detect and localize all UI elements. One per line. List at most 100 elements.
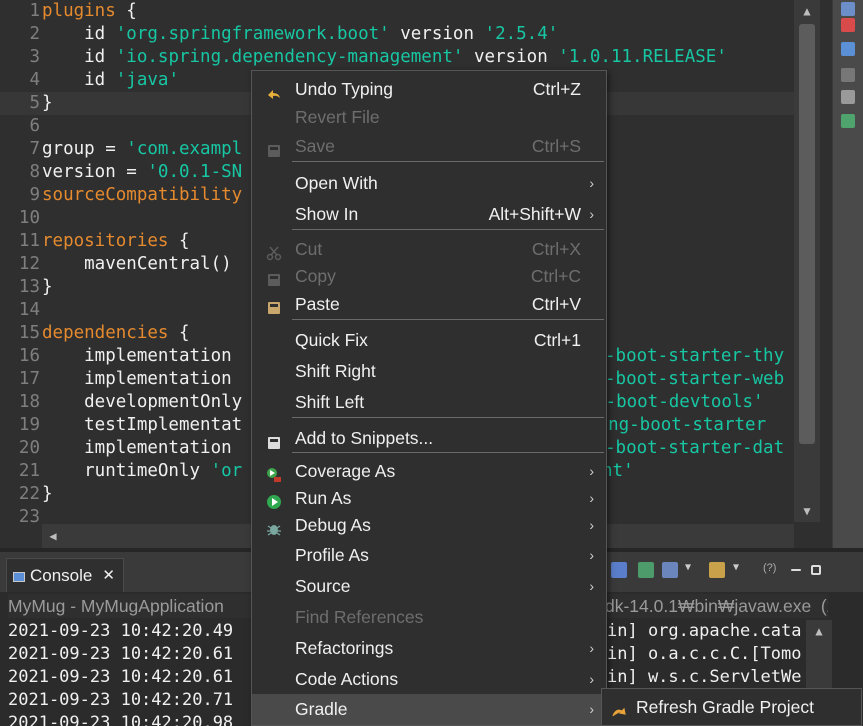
menu-item-source[interactable]: Source ›: [252, 571, 606, 601]
menu-item-code-actions[interactable]: Code Actions ›: [252, 664, 606, 694]
code-token: repositories: [42, 231, 169, 251]
lock-icon[interactable]: [841, 68, 855, 82]
open-console-icon[interactable]: [662, 562, 678, 578]
code-token: '0.0.1-SN: [147, 162, 243, 182]
scrollbar-thumb[interactable]: [799, 24, 815, 444]
menu-item-shift-left[interactable]: Shift Left: [252, 387, 606, 417]
menu-item-run-as[interactable]: Run As ›: [252, 484, 606, 512]
menu-item-find-references[interactable]: Find References: [252, 602, 606, 632]
menu-item-refactorings[interactable]: Refactorings ›: [252, 633, 606, 663]
menu-item-label: Add to Snippets...: [295, 428, 434, 448]
scroll-left-arrow-icon[interactable]: ◀: [42, 524, 64, 548]
menu-item-copy[interactable]: Copy Ctrl+C: [252, 263, 606, 290]
chevron-right-icon: ›: [589, 463, 594, 479]
at-sign-icon[interactable]: [841, 42, 855, 56]
minimize-icon[interactable]: [791, 569, 801, 571]
menu-item-undo-typing[interactable]: Undo Typing Ctrl+Z: [252, 74, 606, 104]
menu-item-gradle[interactable]: Gradle ›: [252, 694, 606, 725]
menu-item-shortcut: Alt+Shift+W: [488, 204, 581, 224]
document-icon[interactable]: [841, 114, 855, 128]
menu-item-coverage-as[interactable]: Coverage As ›: [252, 457, 606, 485]
chevron-right-icon: ›: [589, 671, 594, 687]
menu-item-shortcut: Ctrl+X: [531, 239, 581, 259]
menu-item-shortcut: Ctrl+Z: [532, 79, 581, 99]
new-console-icon[interactable]: [709, 562, 725, 578]
line-number: 14: [18, 300, 40, 320]
coverage-icon: [266, 463, 282, 482]
line-number: 15: [18, 323, 40, 343]
menu-item-label: Refresh Gradle Project: [636, 697, 814, 717]
display-selected-console-icon[interactable]: [638, 562, 654, 578]
menu-item-label: Cut: [295, 239, 323, 259]
menu-item-label: Shift Left: [295, 392, 365, 412]
menu-item-refresh-gradle-project[interactable]: Refresh Gradle Project: [602, 689, 861, 725]
console-log-line-tail: in] w.s.c.ServletWe: [607, 667, 802, 687]
menu-item-label: Run As: [295, 488, 352, 508]
bookmark-icon[interactable]: [841, 90, 855, 104]
menu-item-open-with[interactable]: Open With ›: [252, 168, 606, 198]
menu-item-revert-file[interactable]: Revert File: [252, 103, 606, 132]
code-token: id: [42, 24, 116, 44]
console-launch-name: MyMug - MyMugApplication: [8, 596, 224, 616]
code-token: version: [389, 24, 485, 44]
menu-item-label: Refactorings: [295, 638, 394, 658]
menu-item-shortcut: Ctrl+V: [531, 294, 581, 314]
code-token: -boot-starter-dat: [605, 438, 785, 458]
menu-item-save[interactable]: Save Ctrl+S: [252, 132, 606, 161]
line-number: 10: [18, 208, 40, 228]
chevron-right-icon: ›: [589, 206, 594, 222]
console-log-line: 2021-09-23 10:42:20.98: [8, 713, 234, 726]
menu-item-cut[interactable]: Cut Ctrl+X: [252, 235, 606, 263]
menu-item-add-to-snippets[interactable]: Add to Snippets...: [252, 423, 606, 453]
code-token: }: [42, 277, 53, 297]
menu-item-debug-as[interactable]: Debug As ›: [252, 511, 606, 539]
console-launch-path: dk-14.0.1₩bin₩javaw.exe (2: [605, 596, 828, 616]
menu-separator: [292, 417, 604, 418]
code-token: }: [42, 93, 53, 113]
code-line[interactable]: 1 plugins {: [0, 0, 794, 23]
menu-item-shift-right[interactable]: Shift Right: [252, 356, 606, 386]
code-token: dependencies: [42, 323, 169, 343]
view-menu-icon[interactable]: (?): [763, 562, 783, 578]
run-icon: [266, 490, 282, 509]
pin-console-icon[interactable]: [611, 562, 627, 578]
menu-item-label: Coverage As: [295, 461, 396, 481]
console-log-line-tail: in] o.a.c.c.C.[Tomo: [607, 644, 802, 664]
chevron-right-icon: ›: [589, 547, 594, 563]
task-list-icon[interactable]: [841, 18, 855, 32]
menu-item-show-in[interactable]: Show In Alt+Shift+W ›: [252, 199, 606, 229]
code-token: 'or: [210, 461, 243, 481]
scroll-up-arrow-icon[interactable]: ▲: [794, 0, 820, 22]
gradle-submenu: Refresh Gradle Project: [601, 688, 862, 726]
chevron-down-icon[interactable]: ▼: [685, 562, 695, 578]
menu-item-label: Debug As: [295, 515, 371, 535]
line-number: 2: [29, 24, 40, 44]
menu-item-label: Find References: [295, 607, 424, 627]
menu-item-profile-as[interactable]: Profile As ›: [252, 540, 606, 570]
editor-vertical-scrollbar[interactable]: ▲ ▼: [794, 0, 820, 522]
menu-item-quick-fix[interactable]: Quick Fix Ctrl+1: [252, 325, 606, 355]
code-token: sourceCompatibility: [42, 185, 243, 205]
gradle-refresh-icon: [610, 698, 626, 717]
line-number: 21: [18, 461, 40, 481]
close-icon[interactable]: ✕: [102, 559, 115, 593]
menu-item-paste[interactable]: Paste Ctrl+V: [252, 290, 606, 318]
code-line[interactable]: 3 id 'io.spring.dependency-management' v…: [0, 46, 794, 69]
save-icon: [266, 139, 282, 157]
scroll-up-arrow-icon[interactable]: ▲: [806, 620, 832, 642]
console-tab-label: Console: [30, 566, 93, 585]
code-line[interactable]: 2 id 'org.springframework.boot' version …: [0, 23, 794, 46]
console-tab[interactable]: Console ✕: [6, 558, 124, 592]
code-token: mavenCentral(): [42, 254, 232, 274]
line-number: 9: [29, 185, 40, 205]
menu-separator: [292, 319, 604, 320]
maximize-icon[interactable]: [811, 565, 821, 575]
chevron-down-icon[interactable]: ▼: [733, 562, 743, 578]
copy-icon: [266, 269, 282, 286]
snippet-icon: [266, 430, 282, 449]
scroll-down-arrow-icon[interactable]: ▼: [794, 500, 820, 522]
outline-icon[interactable]: [841, 2, 855, 16]
menu-item-label: Open With: [295, 173, 378, 193]
line-number: 19: [18, 415, 40, 435]
line-number: 17: [18, 369, 40, 389]
